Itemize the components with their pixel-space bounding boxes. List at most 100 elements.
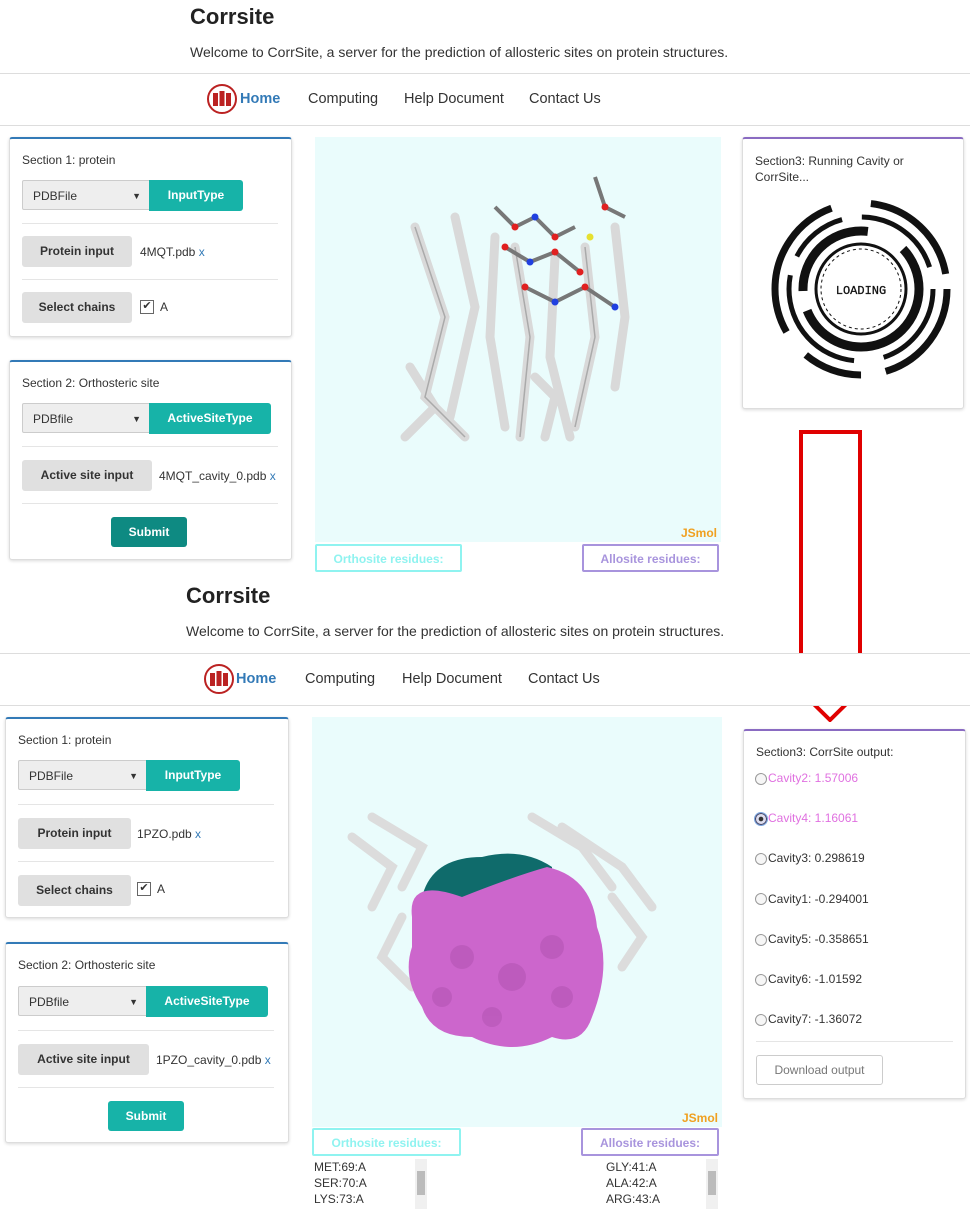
- protein-input-button[interactable]: Protein input: [22, 236, 132, 267]
- protein-file-name: 1PZO.pdb x: [137, 827, 201, 841]
- cavity-radio[interactable]: [755, 772, 767, 785]
- cavity-radio[interactable]: [754, 812, 768, 827]
- submit-button[interactable]: Submit: [108, 1101, 184, 1131]
- cavity-radio[interactable]: [755, 933, 767, 946]
- orthosite-scrollbar[interactable]: [415, 1159, 427, 1209]
- scroll-thumb[interactable]: [708, 1171, 716, 1195]
- nav-help-document[interactable]: Help Document: [404, 91, 504, 107]
- list-item[interactable]: GLY:41:A: [606, 1159, 660, 1175]
- active-site-file-label: 1PZO_cavity_0.pdb: [156, 1053, 262, 1067]
- section1-panel: Section 1: protein PDBFile ▼ InputType Pr…: [5, 717, 289, 918]
- page-title: Corrsite: [186, 583, 271, 608]
- orthosite-residues-button[interactable]: Orthosite residues:: [315, 544, 462, 572]
- select-value: PDBfile: [29, 995, 70, 1009]
- divider: [18, 1030, 274, 1031]
- allosite-scrollbar[interactable]: [706, 1159, 718, 1209]
- protein-surface-structure: [347, 812, 657, 1047]
- divider: [18, 861, 274, 862]
- chain-checkbox[interactable]: ✔: [140, 300, 154, 314]
- remove-file-link[interactable]: x: [199, 245, 205, 259]
- allosite-residues-button[interactable]: Allosite residues:: [581, 1128, 719, 1156]
- chevron-down-icon: ▼: [132, 414, 141, 424]
- chain-label: A: [157, 882, 166, 896]
- list-item[interactable]: SER:70:A: [314, 1175, 367, 1191]
- orthosite-residue-list[interactable]: MET:69:A SER:70:A LYS:73:A: [314, 1159, 367, 1207]
- nav-help-document[interactable]: Help Document: [402, 671, 502, 687]
- navbar: Home Computing Help Document Contact Us: [0, 653, 970, 706]
- divider: [18, 1087, 274, 1088]
- cavity-option[interactable]: Cavity5: -0.358651: [755, 932, 869, 946]
- active-site-type-select[interactable]: PDBfile ▼: [22, 403, 150, 433]
- navbar: Home Computing Help Document Contact Us: [0, 73, 970, 126]
- download-output-button[interactable]: Download output: [756, 1055, 883, 1085]
- chain-checkbox[interactable]: ✔: [137, 882, 151, 896]
- input-type-button[interactable]: InputType: [149, 180, 243, 211]
- cavity-radio[interactable]: [755, 893, 767, 906]
- chevron-down-icon: ▼: [132, 191, 141, 201]
- cavity-option[interactable]: Cavity6: -1.01592: [755, 972, 862, 986]
- remove-file-link[interactable]: x: [265, 1053, 271, 1067]
- cavity-label: Cavity2: 1.57006: [768, 771, 859, 785]
- cavity-option[interactable]: Cavity3: 0.298619: [755, 851, 865, 865]
- list-item[interactable]: ALA:42:A: [606, 1175, 660, 1191]
- section1-panel: Section 1: protein PDBFile ▼ InputType Pr…: [9, 137, 292, 337]
- input-type-select[interactable]: PDBFile ▼: [22, 180, 150, 210]
- cavity-option[interactable]: Cavity7: -1.36072: [755, 1012, 862, 1026]
- cavity-option[interactable]: Cavity4: 1.16061: [754, 811, 859, 827]
- divider: [22, 223, 278, 224]
- list-item[interactable]: LYS:73:A: [314, 1191, 367, 1207]
- active-site-input-button[interactable]: Active site input: [22, 460, 152, 491]
- nav-home[interactable]: Home: [236, 671, 276, 687]
- cavity-radio[interactable]: [755, 1014, 767, 1027]
- list-item[interactable]: ARG:43:A: [606, 1191, 660, 1207]
- select-chains-button[interactable]: Select chains: [18, 875, 131, 906]
- chevron-down-icon: ▼: [129, 771, 138, 781]
- divider: [18, 804, 274, 805]
- welcome-text: Welcome to CorrSite, a server for the pr…: [186, 623, 725, 639]
- divider: [756, 1041, 953, 1042]
- orthosite-residues-button[interactable]: Orthosite residues:: [312, 1128, 461, 1156]
- nav-computing[interactable]: Computing: [308, 91, 378, 107]
- nav-computing[interactable]: Computing: [305, 671, 375, 687]
- nav-contact-us[interactable]: Contact Us: [529, 91, 601, 107]
- cavity-radio[interactable]: [755, 973, 767, 986]
- cavity-option[interactable]: Cavity2: 1.57006: [755, 771, 858, 785]
- divider: [22, 503, 278, 504]
- cavity-label: Cavity6: -1.01592: [768, 972, 863, 986]
- jsmol-viewer[interactable]: JSmol: [315, 137, 721, 542]
- jsmol-viewer[interactable]: JSmol: [312, 717, 722, 1127]
- protein-file-label: 1PZO.pdb: [137, 827, 192, 841]
- submit-button[interactable]: Submit: [111, 517, 187, 547]
- remove-file-link[interactable]: x: [195, 827, 201, 841]
- protein-input-button[interactable]: Protein input: [18, 818, 131, 849]
- cavity-label: Cavity7: -1.36072: [768, 1012, 863, 1027]
- logo-icon: [204, 664, 234, 694]
- input-type-button[interactable]: InputType: [146, 760, 240, 791]
- page-title: Corrsite: [190, 4, 275, 29]
- section3-label: Section3: Running Cavity or CorrSite...: [755, 154, 904, 184]
- cavity-option[interactable]: Cavity1: -0.294001: [755, 892, 869, 906]
- chevron-down-icon: ▼: [129, 997, 138, 1007]
- active-site-type-select[interactable]: PDBfile ▼: [18, 986, 147, 1016]
- nav-contact-us[interactable]: Contact Us: [528, 671, 600, 687]
- section2-panel: Section 2: Orthosteric site PDBfile ▼ Act…: [9, 360, 292, 560]
- input-type-select[interactable]: PDBFile ▼: [18, 760, 147, 790]
- active-site-input-button[interactable]: Active site input: [18, 1044, 149, 1075]
- scroll-thumb[interactable]: [417, 1171, 425, 1195]
- allosite-residue-list[interactable]: GLY:41:A ALA:42:A ARG:43:A: [606, 1159, 660, 1207]
- active-site-type-button[interactable]: ActiveSiteType: [146, 986, 268, 1017]
- cavity-radio[interactable]: [755, 853, 767, 866]
- list-item[interactable]: MET:69:A: [314, 1159, 367, 1175]
- remove-file-link[interactable]: x: [270, 469, 276, 483]
- cavity-label: Cavity4: 1.16061: [768, 811, 859, 826]
- cavity-label: Cavity5: -0.358651: [768, 931, 869, 946]
- active-site-type-button[interactable]: ActiveSiteType: [149, 403, 271, 434]
- section1-label: Section 1: protein: [18, 733, 112, 747]
- divider: [22, 446, 278, 447]
- divider: [22, 279, 278, 280]
- select-value: PDBFile: [33, 189, 78, 203]
- nav-home[interactable]: Home: [240, 91, 280, 107]
- select-chains-button[interactable]: Select chains: [22, 292, 132, 323]
- allosite-residues-button[interactable]: Allosite residues:: [582, 544, 719, 572]
- active-site-file-name: 4MQT_cavity_0.pdb x: [159, 469, 276, 483]
